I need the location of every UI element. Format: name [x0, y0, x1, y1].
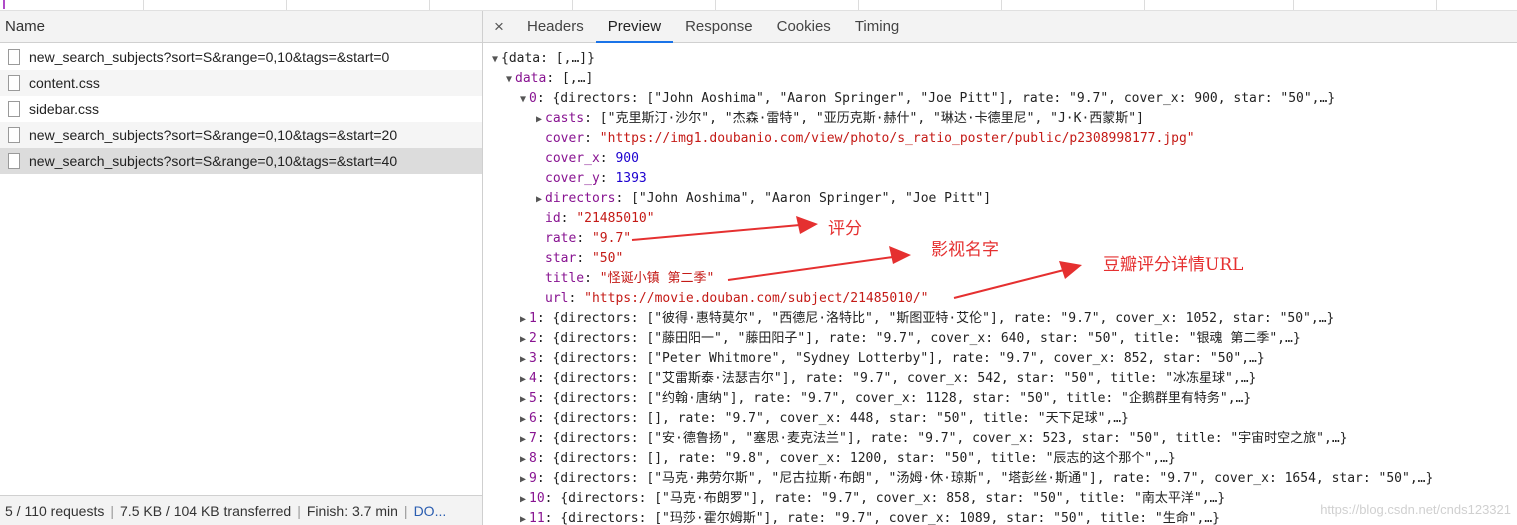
- tree-node-data[interactable]: ▼ data: [,…]: [503, 69, 593, 89]
- file-icon: [8, 101, 20, 117]
- timeline-tick: [858, 0, 859, 10]
- request-name: new_search_subjects?sort=S&range=0,10&ta…: [29, 153, 398, 169]
- tab-headers[interactable]: Headers: [515, 11, 596, 42]
- timeline-tick: [715, 0, 716, 10]
- tree-node-item-3[interactable]: ▶ 3: {directors: ["Peter Whitmore", "Sydn…: [517, 349, 1265, 369]
- request-name: new_search_subjects?sort=S&range=0,10&ta…: [29, 49, 390, 65]
- collapsed-triangle-icon: ▶: [519, 494, 527, 505]
- tree-node-item-0[interactable]: ▼ 0: {directors: ["John Aoshima", "Aaron …: [517, 89, 1335, 109]
- collapsed-triangle-icon: ▶: [519, 354, 527, 365]
- close-icon[interactable]: ×: [483, 11, 515, 42]
- collapsed-triangle-icon: ▶: [519, 374, 527, 385]
- collapsed-triangle-icon: ▶: [519, 474, 527, 485]
- detail-tabbar: × Headers Preview Response Cookies Timin…: [483, 11, 1517, 43]
- tree-node-item-10[interactable]: ▶ 10: {directors: ["马克·布朗罗"], rate: "9.7"…: [517, 489, 1225, 509]
- file-icon: [8, 75, 20, 91]
- timeline-tick: [572, 0, 573, 10]
- timeline-tick: [429, 0, 430, 10]
- request-name: sidebar.css: [29, 101, 100, 117]
- request-row[interactable]: new_search_subjects?sort=S&range=0,10&ta…: [0, 122, 482, 148]
- field-id: id: "21485010": [545, 211, 655, 226]
- name-column-label: Name: [5, 18, 46, 35]
- status-separator: |: [403, 502, 408, 519]
- network-status-bar: 5 / 110 requests | 7.5 KB / 104 KB trans…: [0, 495, 482, 525]
- field-star: star: "50": [545, 251, 624, 266]
- tab-response[interactable]: Response: [673, 11, 765, 42]
- tree-node-item-8[interactable]: ▶ 8: {directors: [], rate: "9.8", cover_x…: [517, 449, 1176, 469]
- watermark: https://blog.csdn.net/cnds123321: [1320, 502, 1511, 517]
- collapsed-triangle-icon: ▶: [519, 514, 527, 525]
- request-name: content.css: [29, 75, 100, 91]
- request-count: 5 / 110 requests: [5, 502, 105, 519]
- tree-node-item-6[interactable]: ▶ 6: {directors: [], rate: "9.7", cover_x…: [517, 409, 1129, 429]
- tree-node-item-9[interactable]: ▶ 9: {directors: ["马克·弗劳尔斯", "尼古拉斯·布朗", "…: [517, 469, 1433, 489]
- annotation-detail-url: 豆瓣评分详情URL: [1103, 255, 1244, 275]
- request-row[interactable]: sidebar.css: [0, 96, 482, 122]
- tree-node-root[interactable]: ▼ {data: [,…]}: [489, 49, 595, 69]
- timeline-tick: [1436, 0, 1437, 10]
- tree-node-item-11[interactable]: ▶ 11: {directors: ["玛莎·霍尔姆斯"], rate: "9.7…: [517, 509, 1220, 525]
- tree-node-item-2[interactable]: ▶ 2: {directors: ["藤田阳一", "藤田阳子"], rate: …: [517, 329, 1301, 349]
- annotation-title-name: 影视名字: [931, 240, 999, 260]
- field-cover-x: cover_x: 900: [545, 151, 639, 166]
- collapsed-triangle-icon: ▶: [535, 114, 543, 125]
- timeline-tick: [1144, 0, 1145, 10]
- timeline-tick: [1001, 0, 1002, 10]
- collapsed-triangle-icon: ▶: [519, 454, 527, 465]
- collapsed-triangle-icon: ▶: [519, 434, 527, 445]
- file-icon: [8, 49, 20, 65]
- field-url: url: "https://movie.douban.com/subject/2…: [545, 291, 929, 306]
- field-directors[interactable]: ▶ directors: ["John Aoshima", "Aaron Spri…: [533, 189, 991, 209]
- expanded-triangle-icon: ▼: [519, 94, 527, 105]
- tree-node-item-5[interactable]: ▶ 5: {directors: ["约翰·唐纳"], rate: "9.7", …: [517, 389, 1251, 409]
- field-rate: rate: "9.7": [545, 231, 632, 246]
- file-icon: [8, 127, 20, 143]
- collapsed-triangle-icon: ▶: [519, 394, 527, 405]
- field-title: title: "怪诞小镇 第二季": [545, 271, 715, 286]
- timeline-tick: [143, 0, 144, 10]
- expanded-triangle-icon: ▼: [505, 74, 513, 85]
- tab-preview[interactable]: Preview: [595, 11, 674, 43]
- transferred-size: 7.5 KB / 104 KB transferred: [120, 502, 292, 519]
- timeline-tick: [1293, 0, 1294, 10]
- timeline-strip: [0, 0, 1517, 11]
- request-row-selected[interactable]: new_search_subjects?sort=S&range=0,10&ta…: [0, 148, 482, 174]
- tree-node-item-4[interactable]: ▶ 4: {directors: ["艾雷斯泰·法瑟吉尔"], rate: "9.…: [517, 369, 1256, 389]
- tree-node-item-1[interactable]: ▶ 1: {directors: ["彼得·惠特莫尔", "西德尼·洛特比", "…: [517, 309, 1334, 329]
- tree-node-item-7[interactable]: ▶ 7: {directors: ["安·德鲁扬", "塞思·麦克法兰"], ra…: [517, 429, 1348, 449]
- field-casts[interactable]: ▶ casts: ["克里斯汀·沙尔", "杰森·雷特", "亚历克斯·赫什", …: [533, 109, 1144, 129]
- field-cover: cover: "https://img1.doubanio.com/view/p…: [545, 131, 1195, 146]
- request-list: new_search_subjects?sort=S&range=0,10&ta…: [0, 44, 482, 174]
- expanded-triangle-icon: ▼: [491, 54, 499, 65]
- finish-time: Finish: 3.7 min: [306, 502, 398, 519]
- request-name: new_search_subjects?sort=S&range=0,10&ta…: [29, 127, 398, 143]
- annotation-rating: 评分: [828, 219, 862, 239]
- timeline-marker: [3, 0, 5, 9]
- request-row[interactable]: content.css: [0, 70, 482, 96]
- field-cover-y: cover_y: 1393: [545, 171, 647, 186]
- request-row[interactable]: new_search_subjects?sort=S&range=0,10&ta…: [0, 44, 482, 70]
- collapsed-triangle-icon: ▶: [535, 194, 543, 205]
- timeline-tick: [286, 0, 287, 10]
- status-separator: |: [110, 502, 115, 519]
- tab-timing[interactable]: Timing: [843, 11, 911, 42]
- status-separator: |: [297, 502, 301, 519]
- request-list-panel: Name new_search_subjects?sort=S&range=0,…: [0, 11, 483, 525]
- tab-cookies[interactable]: Cookies: [765, 11, 843, 42]
- collapsed-triangle-icon: ▶: [519, 314, 527, 325]
- file-icon: [8, 153, 20, 169]
- dom-content-loaded-link[interactable]: DO...: [414, 503, 447, 519]
- request-detail-panel: × Headers Preview Response Cookies Timin…: [483, 11, 1517, 525]
- name-column-header[interactable]: Name: [0, 11, 482, 43]
- collapsed-triangle-icon: ▶: [519, 334, 527, 345]
- collapsed-triangle-icon: ▶: [519, 414, 527, 425]
